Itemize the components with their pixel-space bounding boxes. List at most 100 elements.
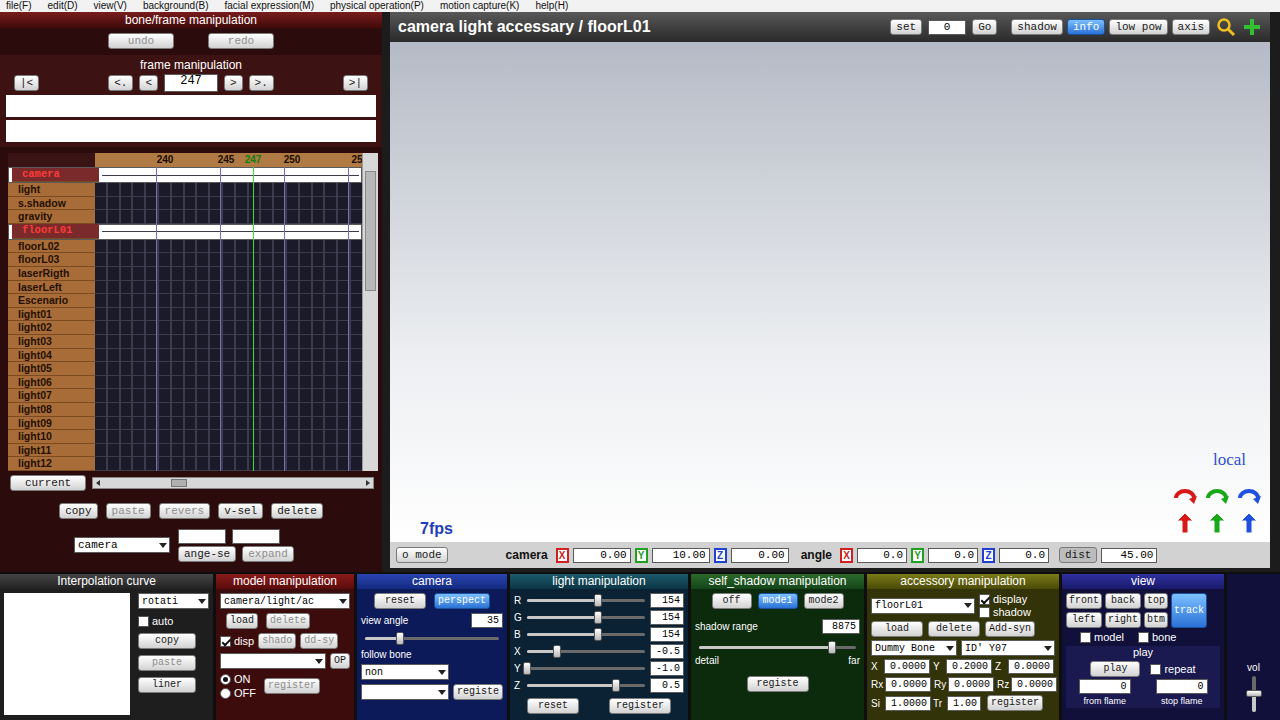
first-frame-button[interactable]: |< bbox=[14, 75, 39, 91]
field-input[interactable]: 0.0000 bbox=[884, 659, 930, 674]
register-button[interactable]: registe bbox=[453, 684, 503, 700]
range-to-input[interactable] bbox=[232, 529, 280, 544]
track-name[interactable]: light10 bbox=[8, 430, 95, 444]
register-button[interactable]: register bbox=[987, 695, 1043, 711]
frame-jump-input[interactable]: 0 bbox=[928, 20, 966, 35]
menu-item[interactable]: motion capture(K) bbox=[440, 0, 519, 12]
zoom-icon[interactable] bbox=[1216, 17, 1236, 37]
track-button[interactable]: track bbox=[1171, 593, 1207, 628]
load-button[interactable]: load bbox=[871, 621, 923, 637]
go-button[interactable]: Go bbox=[972, 19, 997, 35]
axis-value-input[interactable]: 0.0 bbox=[857, 548, 907, 563]
view-toggle[interactable]: axis bbox=[1172, 19, 1210, 35]
keyframe-grid[interactable] bbox=[95, 362, 362, 376]
display-checkbox-box[interactable] bbox=[979, 594, 990, 605]
track-row[interactable]: light06 bbox=[8, 376, 362, 390]
light-slider-thumb[interactable] bbox=[553, 645, 561, 658]
menu-item[interactable]: help(H) bbox=[535, 0, 568, 12]
light-value-input[interactable]: 0.5 bbox=[650, 678, 684, 693]
repeat-checkbox[interactable]: repeat bbox=[1150, 663, 1195, 675]
vertical-scrollbar[interactable] bbox=[362, 153, 378, 471]
perspective-button[interactable]: perspect bbox=[434, 593, 490, 609]
edit-button[interactable]: copy bbox=[59, 503, 97, 519]
expand-button[interactable]: expand bbox=[242, 546, 294, 562]
track-name[interactable]: light02 bbox=[8, 321, 95, 335]
last-frame-button[interactable]: >| bbox=[343, 75, 368, 91]
scale-input[interactable]: 1.0000 bbox=[885, 696, 931, 711]
frame-input[interactable]: 247 bbox=[164, 74, 218, 92]
keyframe-grid[interactable] bbox=[95, 197, 362, 211]
edit-button[interactable]: revers bbox=[159, 503, 211, 519]
scene-render[interactable]: 7fpslocal bbox=[390, 42, 1270, 542]
shadow-range-input[interactable]: 8875 bbox=[822, 619, 860, 634]
next-key-button[interactable]: >. bbox=[249, 75, 274, 91]
move-x-icon[interactable] bbox=[1172, 512, 1198, 534]
track-name[interactable]: light06 bbox=[8, 376, 95, 390]
frame-field[interactable] bbox=[6, 120, 376, 142]
mode-button[interactable]: o mode bbox=[396, 547, 448, 563]
light-slider[interactable] bbox=[527, 633, 645, 636]
light-slider[interactable] bbox=[527, 616, 645, 619]
track-name[interactable]: floorL03 bbox=[8, 253, 95, 267]
model-select[interactable]: camera/light/ac bbox=[220, 593, 350, 609]
track-row[interactable]: laserRigth bbox=[8, 267, 362, 281]
shadow-mode-button[interactable]: off bbox=[712, 593, 752, 609]
track-name[interactable]: camera bbox=[12, 168, 99, 183]
delete-button[interactable]: delete bbox=[266, 613, 310, 629]
view-direction-button[interactable]: right bbox=[1105, 612, 1141, 628]
dropdown-arrow-icon[interactable] bbox=[964, 603, 972, 608]
track-name[interactable]: light12 bbox=[8, 457, 95, 471]
track-name[interactable]: light01 bbox=[8, 308, 95, 322]
curve-editor[interactable] bbox=[4, 593, 130, 715]
light-value-input[interactable]: 154 bbox=[650, 610, 684, 625]
bone-select[interactable] bbox=[220, 653, 326, 669]
display-checkbox[interactable]: display bbox=[979, 593, 1031, 605]
transparency-input[interactable]: 1.00 bbox=[947, 696, 981, 711]
keyframe-grid[interactable] bbox=[95, 240, 362, 254]
target-select[interactable]: camera bbox=[74, 537, 170, 553]
coordinate-space[interactable]: local bbox=[1213, 450, 1246, 470]
power-radio[interactable]: ON bbox=[220, 673, 256, 685]
light-slider-thumb[interactable] bbox=[594, 594, 602, 607]
shadow-range-slider[interactable] bbox=[699, 646, 856, 649]
prev-key-button[interactable]: <. bbox=[108, 75, 133, 91]
view-direction-button[interactable]: btm bbox=[1144, 612, 1168, 628]
scroll-left-icon[interactable] bbox=[96, 480, 100, 486]
horizontal-scrollbar[interactable] bbox=[92, 477, 374, 489]
linear-button[interactable]: liner bbox=[138, 677, 196, 693]
light-slider[interactable] bbox=[527, 684, 645, 687]
light-value-input[interactable]: -0.5 bbox=[650, 644, 684, 659]
display-checkbox-box[interactable] bbox=[220, 636, 231, 647]
view-direction-button[interactable]: back bbox=[1105, 593, 1141, 609]
keyframe-grid[interactable] bbox=[95, 281, 362, 295]
frame-field[interactable] bbox=[6, 95, 376, 117]
delete-button[interactable]: delete bbox=[928, 621, 980, 637]
keyframe-grid[interactable] bbox=[95, 389, 362, 403]
view-toggle[interactable]: low pow bbox=[1109, 19, 1167, 35]
scroll-thumb[interactable] bbox=[171, 479, 187, 487]
rotate-z-icon[interactable] bbox=[1236, 484, 1262, 506]
radio-button[interactable] bbox=[220, 674, 231, 685]
axis-value-input[interactable]: 0.00 bbox=[573, 548, 631, 563]
auto-checkbox-box[interactable] bbox=[138, 616, 149, 627]
light-slider[interactable] bbox=[527, 599, 645, 602]
move-view-icon[interactable] bbox=[1242, 17, 1262, 37]
track-name[interactable]: light bbox=[8, 183, 95, 197]
keyframe-grid[interactable] bbox=[95, 210, 362, 224]
current-button[interactable]: current bbox=[10, 475, 86, 491]
shadow-mode-button[interactable]: mode1 bbox=[758, 593, 798, 609]
volume-slider[interactable] bbox=[1252, 676, 1256, 712]
undo-button[interactable]: undo bbox=[108, 33, 174, 49]
move-y-icon[interactable] bbox=[1204, 512, 1230, 534]
shadow-checkbox[interactable]: shadow bbox=[979, 606, 1031, 618]
view-toggle[interactable]: shadow bbox=[1011, 19, 1063, 35]
play-button[interactable]: play bbox=[1090, 661, 1140, 677]
track-name[interactable]: laserRigth bbox=[8, 267, 95, 281]
axis-value-input[interactable]: 0.0 bbox=[928, 548, 978, 563]
shadow-mode-button[interactable]: mode2 bbox=[804, 593, 844, 609]
volume-thumb[interactable] bbox=[1246, 690, 1262, 697]
register-button[interactable]: register bbox=[609, 698, 671, 714]
register-button[interactable]: registe bbox=[747, 676, 809, 692]
light-slider[interactable] bbox=[527, 650, 645, 653]
track-name[interactable]: floorL02 bbox=[8, 240, 95, 254]
